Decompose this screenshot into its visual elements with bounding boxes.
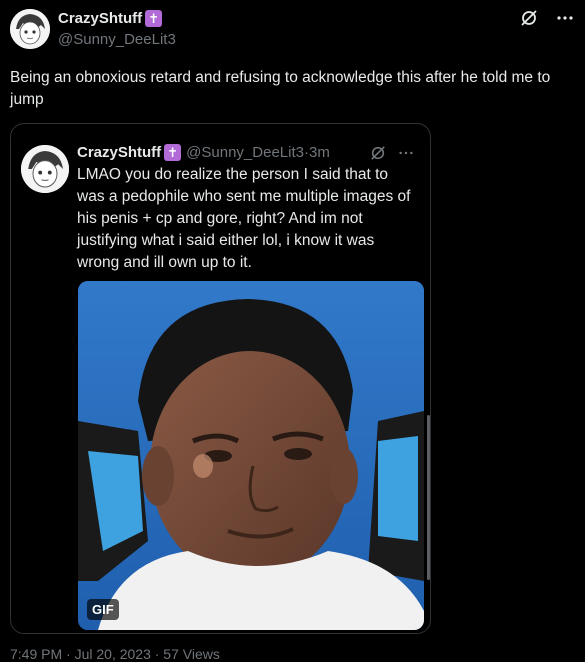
quoted-author-avatar[interactable] <box>21 145 69 193</box>
cross-badge-icon: ✝ <box>145 10 163 27</box>
more-icon[interactable] <box>555 8 575 28</box>
quoted-author-name[interactable]: CrazyShtuff <box>77 144 161 161</box>
quoted-header: CrazyShtuff ✝ @Sunny_DeeLit3 · 3m <box>77 144 422 161</box>
gif-badge: GIF <box>87 599 119 620</box>
author-name-text[interactable]: CrazyShtuff <box>58 10 142 27</box>
quoted-tweet-text: LMAO you do realize the person I said th… <box>77 166 411 271</box>
grok-icon[interactable] <box>368 143 388 163</box>
quoted-author-handle[interactable]: @Sunny_DeeLit3 <box>186 144 304 161</box>
quoted-tweet[interactable]: CrazyShtuff ✝ @Sunny_DeeLit3 · 3m LMAO y… <box>10 123 431 634</box>
tweet: CrazyShtuff ✝ @Sunny_DeeLit3 Being an ob… <box>0 0 585 662</box>
tweet-text: Being an obnoxious retard and refusing t… <box>10 69 551 108</box>
author-avatar[interactable] <box>10 9 50 49</box>
author-handle[interactable]: @Sunny_DeeLit3 <box>58 31 176 48</box>
more-icon[interactable] <box>396 143 416 163</box>
gif-frame-image <box>78 281 424 630</box>
quoted-timestamp[interactable]: 3m <box>309 144 330 161</box>
quoted-actions <box>368 143 416 163</box>
tweet-footer-metadata: 7:49 PM · Jul 20, 2023 · 57 Views <box>10 646 220 662</box>
scrollbar[interactable] <box>427 415 430 580</box>
gif-media[interactable]: GIF <box>78 281 424 630</box>
tweet-actions <box>519 8 575 28</box>
grok-icon[interactable] <box>519 8 539 28</box>
cross-badge-icon: ✝ <box>164 144 182 161</box>
author-name[interactable]: CrazyShtuff ✝ <box>58 10 163 27</box>
